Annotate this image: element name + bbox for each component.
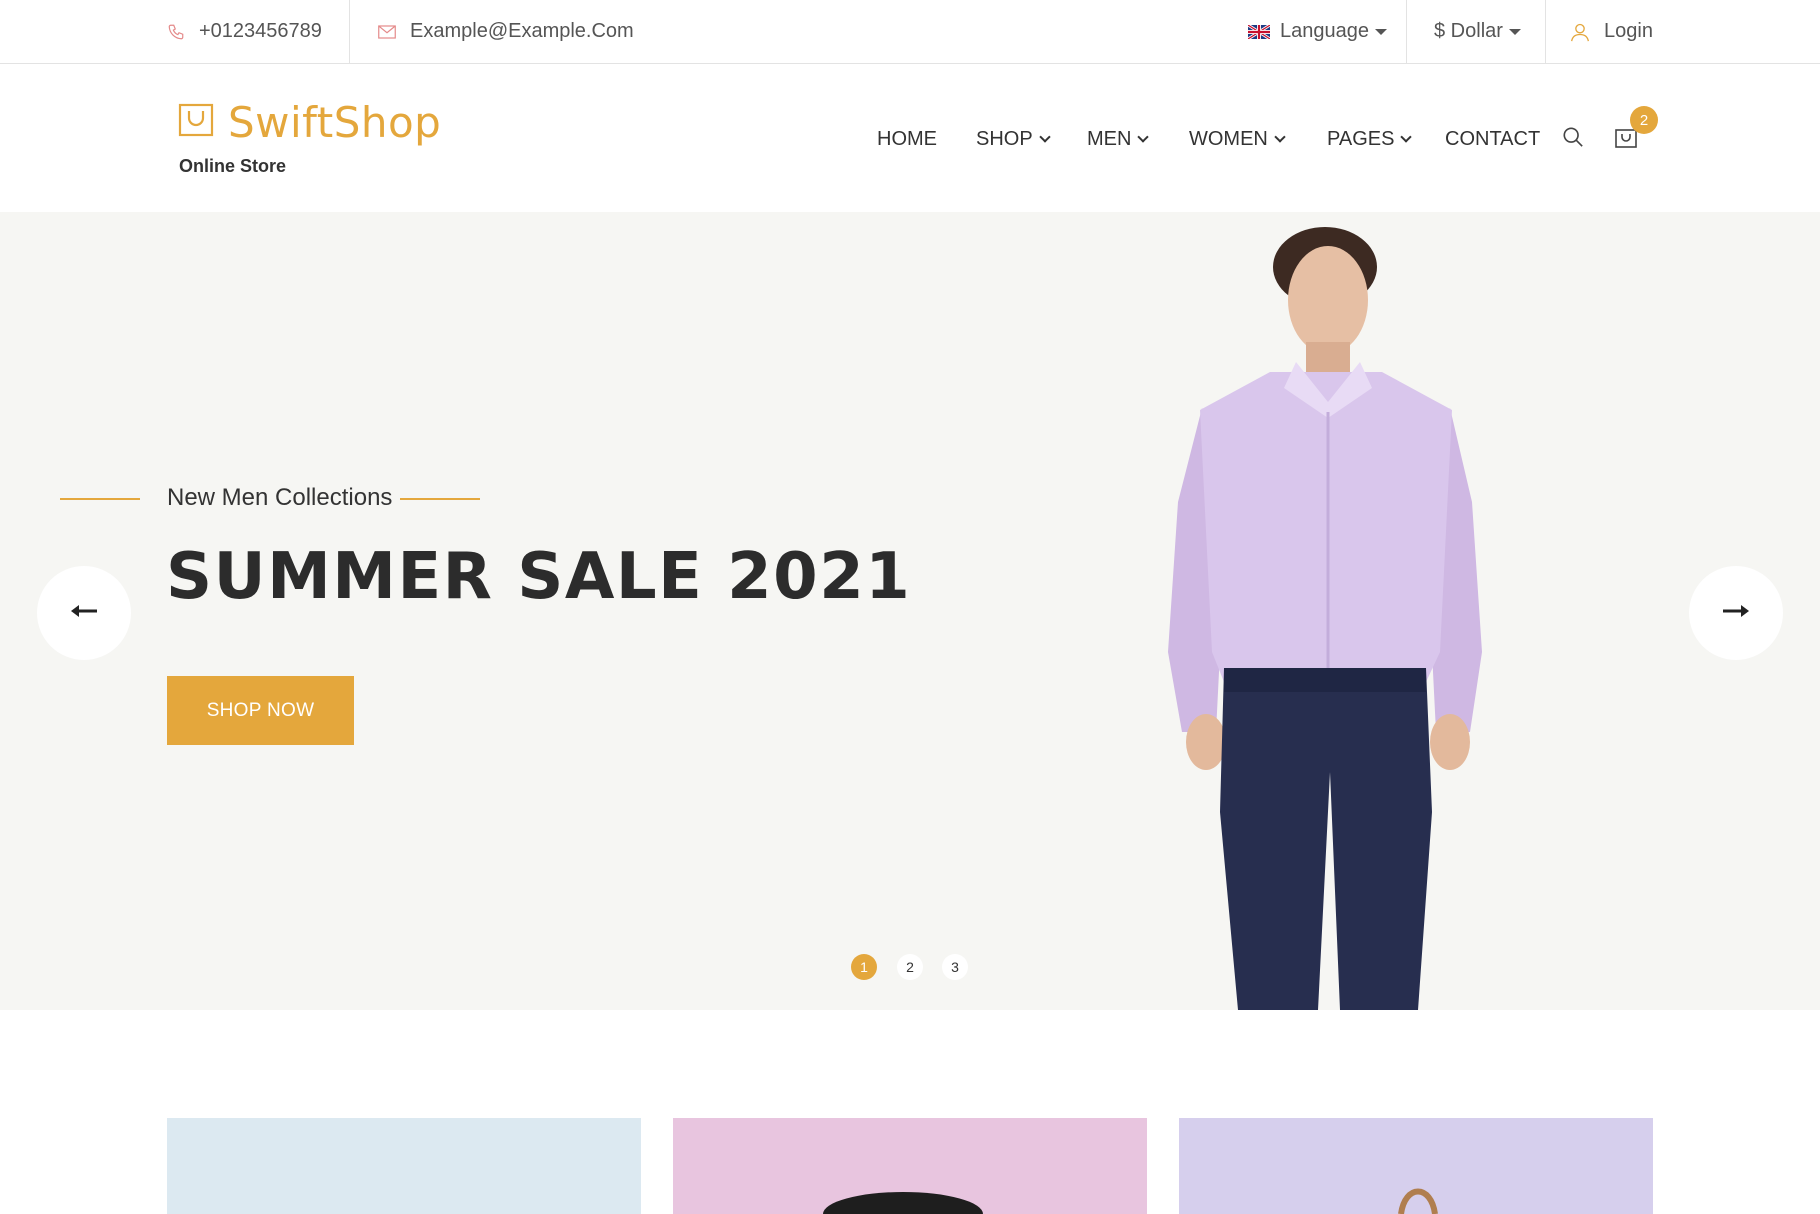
search-button[interactable] (1553, 119, 1593, 159)
decorative-line (400, 498, 480, 500)
arrow-right-icon (1723, 603, 1749, 624)
search-icon (1562, 126, 1584, 153)
next-slide-button[interactable] (1689, 566, 1783, 660)
chevron-down-icon (1274, 130, 1286, 143)
category-card[interactable] (673, 1118, 1147, 1214)
hero-subtitle: New Men Collections (167, 484, 393, 511)
language-label: Language (1280, 20, 1369, 42)
product-image (823, 1192, 983, 1214)
cart-count-badge: 2 (1630, 106, 1658, 134)
chevron-down-icon (1039, 130, 1051, 143)
caret-down-icon (1374, 28, 1387, 35)
arrow-left-icon (71, 603, 97, 624)
nav-label: MEN (1087, 127, 1132, 150)
mail-icon (378, 24, 396, 39)
nav-men[interactable]: MEN (1087, 115, 1150, 163)
login-label: Login (1604, 20, 1653, 42)
currency-label: $ Dollar (1434, 20, 1503, 42)
currency-dropdown[interactable]: $ Dollar (1434, 0, 1521, 63)
email-address: Example@Example.Com (410, 20, 634, 42)
phone-link[interactable]: +0123456789 (167, 0, 322, 63)
hero-title: SUMMER SALE 2021 (166, 540, 912, 614)
nav-pages[interactable]: PAGES (1327, 115, 1413, 163)
logo-subtitle: Online Store (179, 156, 287, 176)
phone-number: +0123456789 (199, 20, 322, 42)
divider (1545, 0, 1546, 63)
language-dropdown[interactable]: Language (1248, 0, 1387, 63)
divider (1406, 0, 1407, 63)
main-header: SwiftShop Online Store HOME SHOP MEN WOM… (0, 64, 1820, 212)
slide-dot[interactable]: 1 (851, 954, 877, 980)
flag-uk-icon (1248, 24, 1270, 39)
bag-logo-icon (178, 103, 214, 142)
nav-label: CONTACT (1445, 127, 1541, 150)
logo-text: SwiftShop (228, 98, 442, 147)
nav-contact[interactable]: CONTACT (1445, 115, 1540, 163)
slide-dot[interactable]: 3 (942, 954, 968, 980)
slide-dot[interactable]: 2 (897, 954, 923, 980)
phone-icon (167, 23, 185, 41)
logo[interactable]: SwiftShop (178, 98, 441, 147)
category-card[interactable] (167, 1118, 641, 1214)
decorative-line (60, 498, 140, 500)
login-link[interactable]: Login (1570, 0, 1653, 63)
nav-shop[interactable]: SHOP (976, 115, 1051, 163)
prev-slide-button[interactable] (37, 566, 131, 660)
nav-label: WOMEN (1189, 127, 1268, 150)
nav-label: HOME (877, 127, 937, 150)
nav-label: PAGES (1327, 127, 1395, 150)
chevron-down-icon (1400, 130, 1413, 143)
top-bar: +0123456789 Example@Example.Com Language… (0, 0, 1820, 64)
nav-home[interactable]: HOME (877, 115, 937, 163)
model-image (1168, 227, 1482, 1010)
email-link[interactable]: Example@Example.Com (378, 0, 634, 63)
chevron-down-icon (1137, 130, 1150, 143)
caret-down-icon (1508, 28, 1521, 35)
category-card[interactable] (1179, 1118, 1653, 1214)
nav-women[interactable]: WOMEN (1189, 115, 1286, 163)
product-image (1398, 1188, 1438, 1214)
user-icon (1570, 22, 1590, 42)
hero-slider: New Men Collections SUMMER SALE 2021 SHO… (0, 212, 1820, 1010)
nav-label: SHOP (976, 127, 1033, 150)
divider (349, 0, 350, 63)
shop-now-button[interactable]: SHOP NOW (167, 676, 354, 745)
